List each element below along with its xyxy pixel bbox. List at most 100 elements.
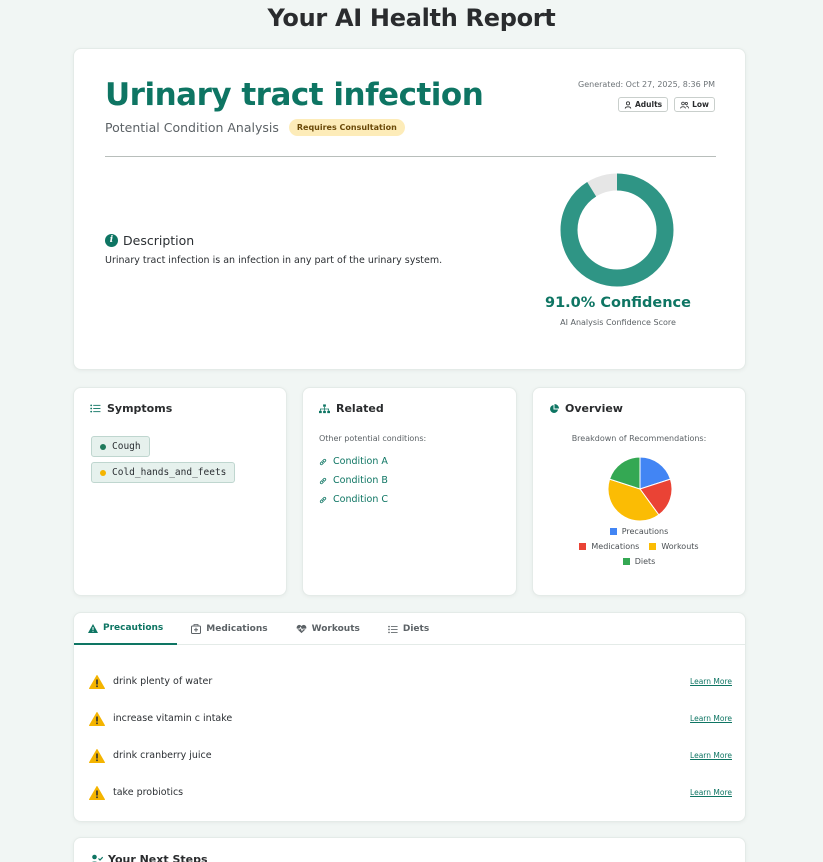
- related-condition-link[interactable]: Condition B: [319, 475, 388, 486]
- related-condition-label: Condition C: [333, 494, 388, 505]
- link-icon: [319, 458, 327, 465]
- overview-subtitle: Breakdown of Recommendations:: [571, 434, 707, 443]
- precautions-list: drink plenty of water Learn More increas…: [89, 663, 732, 811]
- pie-legend: Precautions Medications Workouts Diets: [533, 527, 745, 572]
- legend-swatch: [622, 558, 630, 565]
- recommendation-pie-chart: [607, 456, 673, 522]
- link-icon: [319, 496, 327, 503]
- related-card: Related Other potential conditions: Cond…: [302, 387, 517, 596]
- tag-label: Adults: [634, 100, 663, 109]
- tab-medications[interactable]: Medications: [177, 613, 281, 645]
- consultation-badge: Requires Consultation: [288, 119, 405, 136]
- precaution-text: drink cranberry juice: [113, 750, 212, 761]
- divider: [105, 156, 716, 157]
- user-check-icon: [92, 854, 103, 862]
- symptom-label: Cold_hands_and_feets: [112, 467, 227, 478]
- legend-swatch: [579, 543, 587, 550]
- related-subtitle: Other potential conditions:: [319, 434, 427, 443]
- medkit-icon: [191, 624, 202, 634]
- learn-more-link[interactable]: Learn More: [690, 714, 732, 723]
- warning-icon: [89, 748, 105, 763]
- related-condition-label: Condition B: [333, 475, 388, 486]
- precaution-text: drink plenty of water: [113, 676, 213, 687]
- condition-title: Urinary tract infection: [105, 77, 484, 113]
- related-list: Condition A Condition B Condition C: [319, 456, 388, 513]
- learn-more-link[interactable]: Learn More: [690, 677, 732, 686]
- tag-severity: Low: [674, 97, 715, 112]
- precaution-text: increase vitamin c intake: [113, 713, 233, 724]
- confidence-label: AI Analysis Confidence Score: [560, 318, 676, 327]
- related-heading-label: Related: [336, 402, 384, 415]
- next-steps-heading-label: Your Next Steps: [108, 853, 208, 862]
- overview-heading-label: Overview: [565, 402, 623, 415]
- generated-timestamp: Generated: Oct 27, 2025, 8:36 PM: [578, 80, 715, 89]
- heartbeat-icon: [296, 624, 306, 634]
- symptoms-heading-label: Symptoms: [107, 402, 173, 415]
- condition-subtitle: Potential Condition Analysis: [105, 120, 279, 135]
- list-icon: [90, 404, 101, 413]
- legend-swatch: [649, 543, 657, 550]
- overview-card: Overview Breakdown of Recommendations: P…: [532, 387, 746, 596]
- legend-label: Diets: [634, 557, 656, 566]
- legend-item[interactable]: Diets: [622, 557, 656, 566]
- tag-label: Low: [692, 100, 709, 109]
- learn-more-link[interactable]: Learn More: [690, 788, 732, 797]
- symptoms-heading: Symptoms: [90, 402, 172, 415]
- learn-more-link[interactable]: Learn More: [690, 751, 732, 760]
- condition-subtitle-row: Potential Condition Analysis Requires Co…: [105, 119, 405, 136]
- symptom-label: Cough: [112, 441, 141, 452]
- precaution-text: take probiotics: [113, 787, 184, 798]
- description-heading-label: Description: [123, 233, 195, 248]
- symptom-dot: [100, 443, 106, 450]
- legend-label: Workouts: [661, 542, 699, 551]
- people-icon: [680, 101, 689, 108]
- legend-item[interactable]: Medications: [579, 542, 639, 551]
- symptom-chip: Cold_hands_and_feets: [91, 462, 236, 483]
- tab-diets[interactable]: Diets: [374, 613, 443, 645]
- symptom-chip: Cough: [91, 436, 150, 457]
- precaution-item: take probiotics Learn More: [89, 774, 732, 811]
- tab-label: Precautions: [103, 623, 164, 633]
- overview-heading: Overview: [549, 402, 623, 415]
- legend-swatch: [609, 528, 617, 535]
- symptom-list: Cough Cold_hands_and_feets: [91, 436, 236, 488]
- warning-icon: [89, 674, 105, 689]
- page-title: Your AI Health Report: [267, 4, 556, 32]
- tag-adults: Adults: [617, 97, 669, 112]
- person-icon: [624, 100, 632, 109]
- next-steps-heading: Your Next Steps: [90, 853, 208, 862]
- related-condition-link[interactable]: Condition A: [319, 456, 388, 467]
- tab-label: Medications: [206, 624, 268, 634]
- recommendation-tabs: Precautions Medications Workouts Diets: [74, 613, 745, 645]
- symptoms-card: Symptoms Cough Cold_hands_and_feets: [73, 387, 287, 596]
- precaution-item: drink plenty of water Learn More: [89, 663, 732, 700]
- description-text: Urinary tract infection is an infection …: [105, 255, 443, 266]
- precaution-item: increase vitamin c intake Learn More: [89, 700, 732, 737]
- tab-label: Diets: [402, 624, 430, 634]
- confidence-donut: [557, 170, 677, 290]
- tab-label: Workouts: [311, 624, 360, 634]
- warning-icon: [89, 711, 105, 726]
- condition-summary-card: Urinary tract infection Potential Condit…: [73, 48, 746, 370]
- recommendations-card: Precautions Medications Workouts Diets d…: [73, 612, 746, 822]
- legend-item[interactable]: Workouts: [649, 542, 699, 551]
- link-icon: [319, 477, 327, 484]
- donut-confidence-arc: [560, 173, 674, 287]
- list-icon: [388, 625, 398, 633]
- warning-icon: [88, 623, 98, 633]
- symptom-dot: [100, 469, 106, 476]
- next-steps-card: Your Next Steps: [73, 837, 746, 862]
- related-condition-link[interactable]: Condition C: [319, 494, 388, 505]
- sitemap-icon: [319, 403, 330, 413]
- related-heading: Related: [319, 402, 384, 415]
- info-icon: i: [105, 234, 118, 247]
- legend-item[interactable]: Precautions: [609, 527, 669, 536]
- warning-icon: [89, 785, 105, 800]
- tab-precautions[interactable]: Precautions: [74, 613, 178, 645]
- description-heading: i Description: [105, 233, 194, 248]
- precaution-item: drink cranberry juice Learn More: [89, 737, 732, 774]
- tab-workouts[interactable]: Workouts: [282, 613, 374, 645]
- legend-label: Medications: [591, 542, 640, 551]
- legend-label: Precautions: [621, 527, 669, 536]
- related-condition-label: Condition A: [333, 456, 388, 467]
